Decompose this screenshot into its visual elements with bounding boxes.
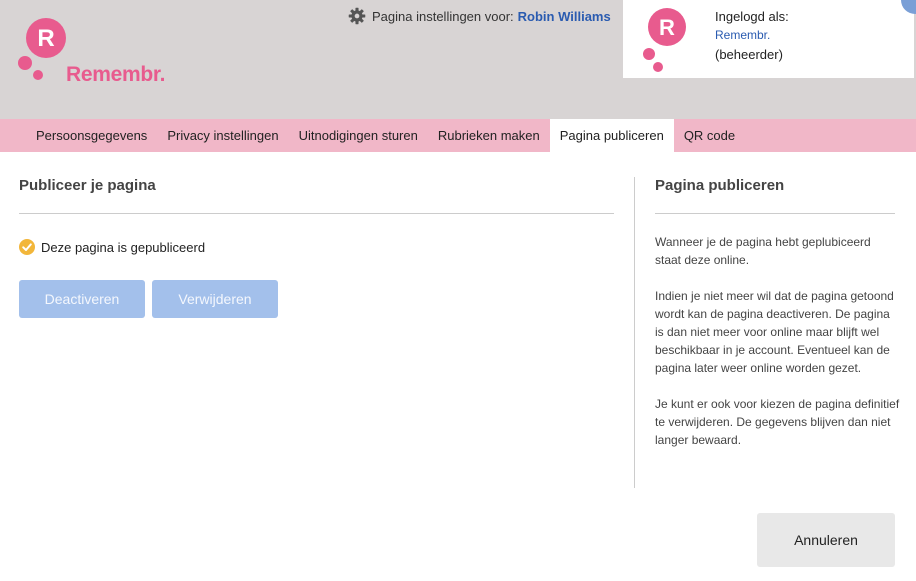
help-title: Pagina publiceren xyxy=(655,177,785,194)
tab-uitnodigingen-sturen[interactable]: Uitnodigingen sturen xyxy=(289,119,428,152)
cancel-button[interactable]: Annuleren xyxy=(757,513,895,567)
login-label: Ingelogd als: xyxy=(715,9,789,24)
help-paragraph: Je kunt er ook voor kiezen de pagina def… xyxy=(655,397,900,447)
login-role: (beheerder) xyxy=(715,47,783,62)
logo-wordmark: Remembr. xyxy=(66,63,166,86)
delete-button[interactable]: Verwijderen xyxy=(152,280,278,318)
column-divider xyxy=(634,177,635,488)
help-text: Wanneer je de pagina hebt geplubiceerd s… xyxy=(655,233,900,467)
tab-persoonsgegevens[interactable]: Persoonsgegevens xyxy=(26,119,157,152)
publish-section: Publiceer je pagina Deze pagina is gepub… xyxy=(19,168,614,318)
help-panel: Pagina publiceren Wanneer je de pagina h… xyxy=(655,168,899,447)
login-name-link[interactable]: Remembr. xyxy=(715,26,789,45)
deactivate-button[interactable]: Deactiveren xyxy=(19,280,145,318)
remembr-logo[interactable]: R Remembr. xyxy=(16,16,166,86)
help-paragraph: Wanneer je de pagina hebt geplubiceerd s… xyxy=(655,235,871,267)
header-bar: R Remembr. Pagina instellingen voor: Rob… xyxy=(0,0,916,119)
gear-icon[interactable] xyxy=(348,7,366,25)
publish-status: Deze pagina is gepubliceerd xyxy=(19,239,205,255)
help-divider xyxy=(655,213,895,214)
tab-pagina-publiceren[interactable]: Pagina publiceren xyxy=(549,119,674,152)
check-circle-icon xyxy=(19,239,35,255)
login-info: Ingelogd als: Remembr. (beheerder) xyxy=(715,7,789,64)
tab-privacy-instellingen[interactable]: Privacy instellingen xyxy=(157,119,288,152)
tab-rubrieken-maken[interactable]: Rubrieken maken xyxy=(428,119,550,152)
settings-label: Pagina instellingen voor: xyxy=(372,8,514,24)
login-panel: R Ingelogd als: Remembr. (beheerder) xyxy=(623,0,914,78)
settings-user-link[interactable]: Robin Williams xyxy=(518,9,611,24)
section-divider xyxy=(19,213,614,214)
page-title: Publiceer je pagina xyxy=(19,177,156,194)
svg-text:R: R xyxy=(659,15,675,40)
action-buttons: Deactiveren Verwijderen xyxy=(19,280,285,318)
status-text: Deze pagina is gepubliceerd xyxy=(41,239,206,255)
page-settings-info: Pagina instellingen voor: Robin Williams xyxy=(348,7,611,25)
tab-bar: Persoonsgegevens Privacy instellingen Ui… xyxy=(0,119,916,152)
account-avatar-icon[interactable]: R xyxy=(641,6,691,74)
tab-qr-code[interactable]: QR code xyxy=(674,119,745,152)
help-paragraph: Indien je niet meer wil dat de pagina ge… xyxy=(655,289,894,375)
tab-list: Persoonsgegevens Privacy instellingen Ui… xyxy=(26,119,745,152)
svg-text:R: R xyxy=(37,25,54,52)
